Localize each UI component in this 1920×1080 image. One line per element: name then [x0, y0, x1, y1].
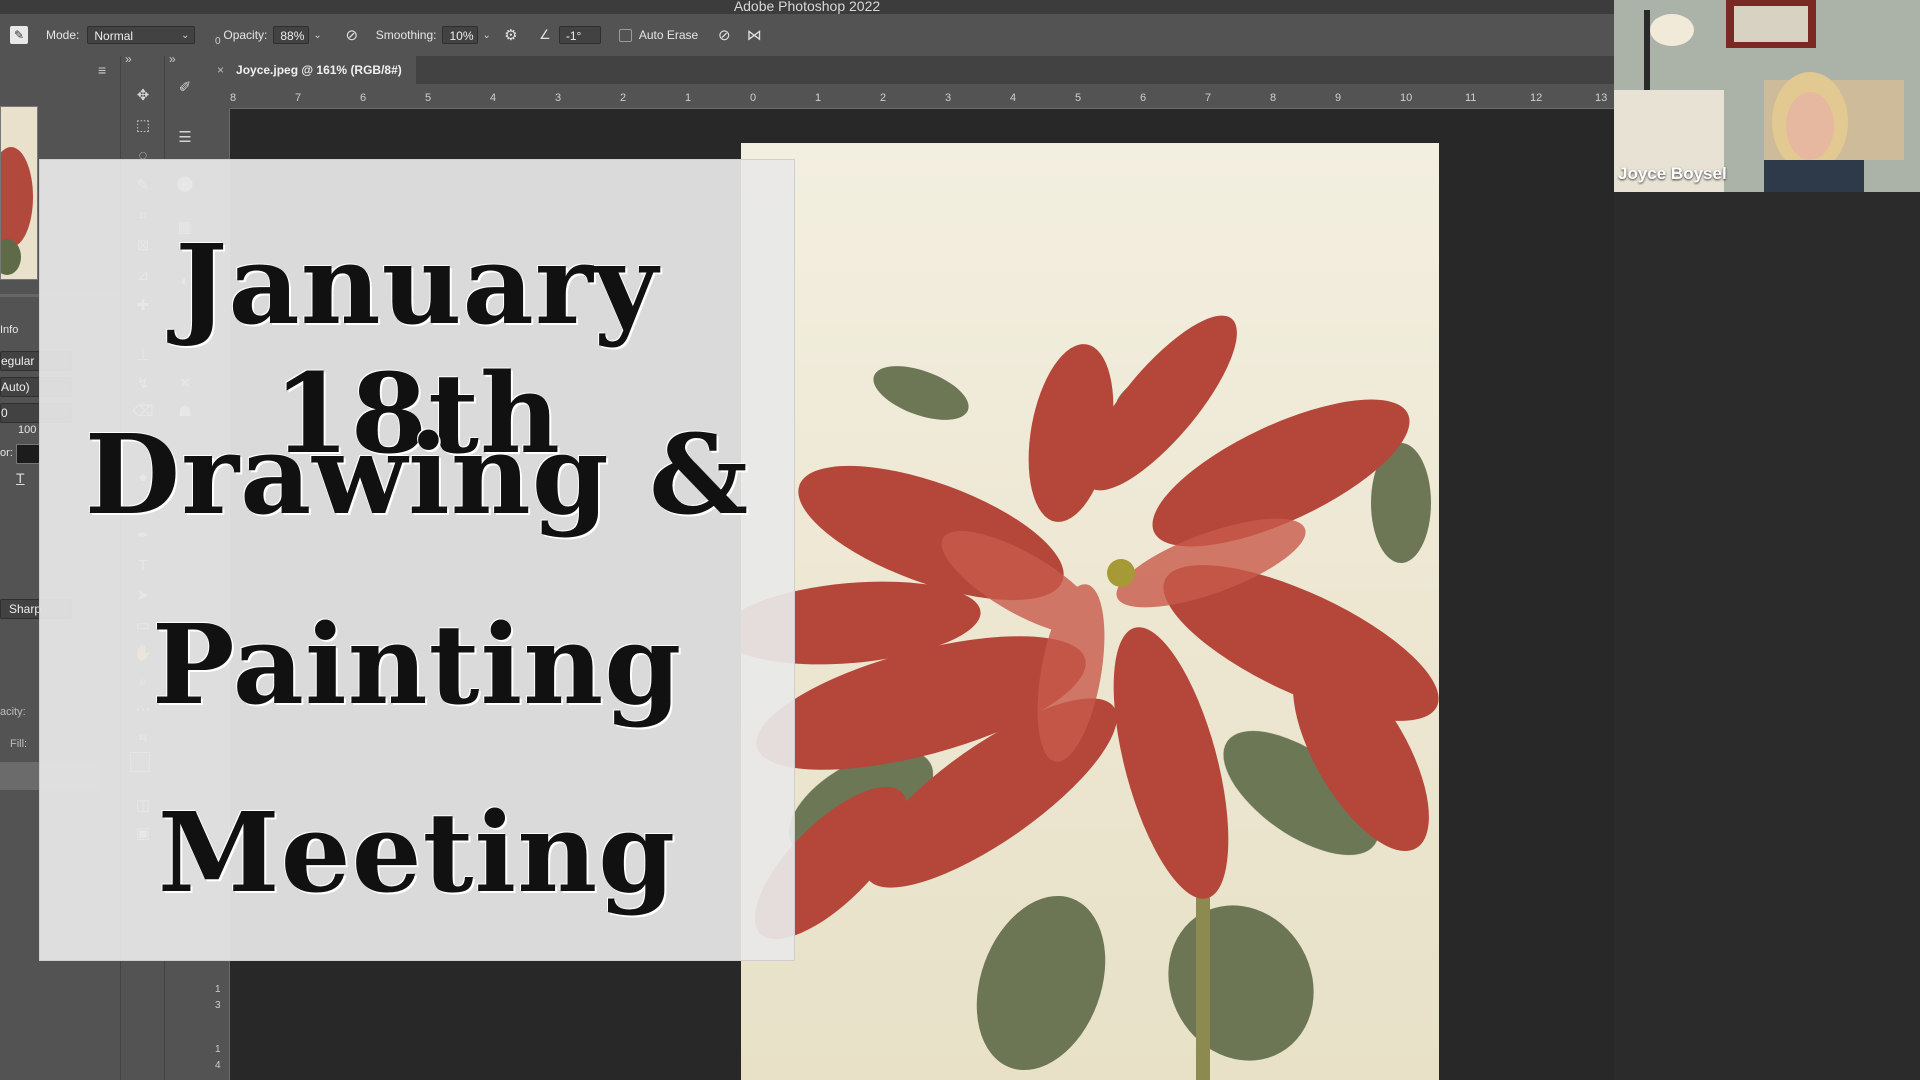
ruler-tick-label: 3	[555, 92, 562, 104]
angle-icon: ∠	[539, 27, 551, 42]
smoothing-value: 10%	[449, 29, 474, 43]
ruler-tick-label: 0	[750, 92, 757, 104]
drawing-line: Drawing &	[84, 410, 750, 539]
ruler-tick-label: 8	[230, 92, 237, 104]
meeting-title-card: January 18th Drawing & Painting Meeting	[39, 159, 795, 961]
pressure-size-icon[interactable]: ⊘	[714, 25, 734, 45]
opacity-value: 88%	[280, 29, 305, 43]
leading-value: Auto)	[1, 380, 30, 394]
painting-line: Painting	[151, 600, 683, 729]
ruler-tick-label: 13	[1595, 92, 1608, 104]
ruler-tick-label: 7	[1205, 92, 1212, 104]
document-tab[interactable]: × Joyce.jpeg @ 161% (RGB/8#)	[205, 56, 416, 84]
angle-input[interactable]: -1°	[558, 26, 601, 44]
chevron-down-icon: ⌄	[180, 30, 190, 41]
brush-settings-icon[interactable]: ✐	[173, 78, 197, 98]
tracking-value: 0	[1, 406, 8, 420]
poinsettia-illustration	[741, 315, 1439, 1080]
brush-tool-preset-icon[interactable]: ✎	[10, 26, 28, 44]
ruler-tick-label: 12	[1530, 92, 1543, 104]
text-color-swatch[interactable]	[16, 444, 40, 464]
tool-options-bar: ✎ Mode: Normal ⌄ Opacity: 88% ⌄ ⊘ Smooth…	[0, 14, 1614, 57]
ruler-tick-label: 7	[295, 92, 302, 104]
strip-collapse-icon[interactable]: »	[169, 52, 176, 66]
move-tool-icon[interactable]: ✥	[131, 86, 155, 106]
participant-video[interactable]: Joyce Boysel	[1614, 0, 1920, 192]
tools-collapse-icon[interactable]: »	[125, 52, 132, 66]
underline-text-icon[interactable]: T	[16, 470, 25, 486]
auto-erase-label: Auto Erase	[638, 28, 699, 42]
symmetry-butterfly-icon[interactable]: ⋈	[744, 25, 764, 45]
ruler-tick-label: 1	[215, 1044, 221, 1055]
smoothing-input[interactable]: 10%	[442, 26, 479, 44]
color-label: or:	[0, 447, 13, 459]
ruler-tick-label: 4	[490, 92, 497, 104]
ruler-tick-label: 4	[1010, 92, 1017, 104]
ruler-tick-label: 8	[1270, 92, 1277, 104]
navigator-thumbnail[interactable]	[0, 106, 38, 280]
ruler-tick-label: 11	[1465, 92, 1477, 104]
angle-value: -1°	[565, 29, 582, 43]
auto-erase-checkbox[interactable]	[618, 28, 632, 42]
horizontal-ruler[interactable]: 8 7 6 5 4 3 2 1 0 1 2 3 4 5 6 7 8 9 10 11 12 13	[205, 84, 1614, 109]
ruler-tick-label: 6	[1140, 92, 1147, 104]
panel-menu-icon[interactable]: ≡	[98, 62, 106, 78]
window-title: Adobe Photoshop 2022	[733, 0, 881, 14]
ruler-tick-label: 3	[945, 92, 952, 104]
document-tab-title: Joyce.jpeg @ 161% (RGB/8#)	[236, 63, 402, 77]
opacity-chevron-icon[interactable]: ⌄	[313, 30, 321, 41]
poinsettia-painting	[741, 143, 1439, 1080]
ruler-tick-label: 1	[815, 92, 822, 104]
font-style-value: egular	[1, 354, 35, 368]
ruler-tick-label: 2	[620, 92, 627, 104]
antialias-value: Sharp	[9, 602, 42, 616]
opacity-label: Opacity:	[223, 28, 268, 42]
ruler-tick-label: 1	[685, 92, 692, 104]
opacity-input[interactable]: 88%	[273, 26, 310, 44]
meeting-line: Meeting	[157, 788, 677, 917]
marquee-tool-icon[interactable]: ⬚	[131, 116, 155, 136]
layer-opacity-label: acity:	[0, 706, 26, 718]
pressure-opacity-icon[interactable]: ⊘	[342, 25, 362, 45]
ruler-tick-label: 1	[215, 984, 221, 995]
ruler-tick-label: 6	[360, 92, 367, 104]
mode-label: Mode:	[46, 28, 80, 42]
smoothing-chevron-icon[interactable]: ⌄	[482, 30, 490, 41]
participant-name: Joyce Boysel	[1618, 164, 1727, 183]
window-title-bar: Adobe Photoshop 2022	[0, 0, 1614, 14]
mode-select[interactable]: Normal ⌄	[87, 26, 196, 44]
close-icon[interactable]: ×	[217, 63, 224, 77]
gear-icon[interactable]: ⚙	[501, 25, 521, 45]
ruler-tick-label: 5	[1075, 92, 1082, 104]
document-tab-bar: × Joyce.jpeg @ 161% (RGB/8#)	[205, 56, 1614, 84]
mode-value: Normal	[94, 29, 134, 43]
ruler-tick-label: 3	[215, 1000, 221, 1011]
thumbnail-poinsettia	[0, 147, 33, 275]
info-tab[interactable]: Info	[0, 324, 18, 336]
ruler-tick-label: 10	[1400, 92, 1413, 104]
ruler-tick-label: 9	[1335, 92, 1342, 104]
smoothing-label: Smoothing:	[375, 28, 437, 42]
scale-value[interactable]: 100	[18, 424, 36, 436]
ruler-tick-label: 4	[215, 1060, 221, 1071]
ruler-tick-label: 0	[215, 36, 221, 47]
layer-fill-label: Fill:	[10, 738, 28, 750]
ruler-tick-label: 5	[425, 92, 432, 104]
ruler-tick-label: 2	[880, 92, 887, 104]
adjustments-icon[interactable]: ☰	[173, 128, 197, 148]
